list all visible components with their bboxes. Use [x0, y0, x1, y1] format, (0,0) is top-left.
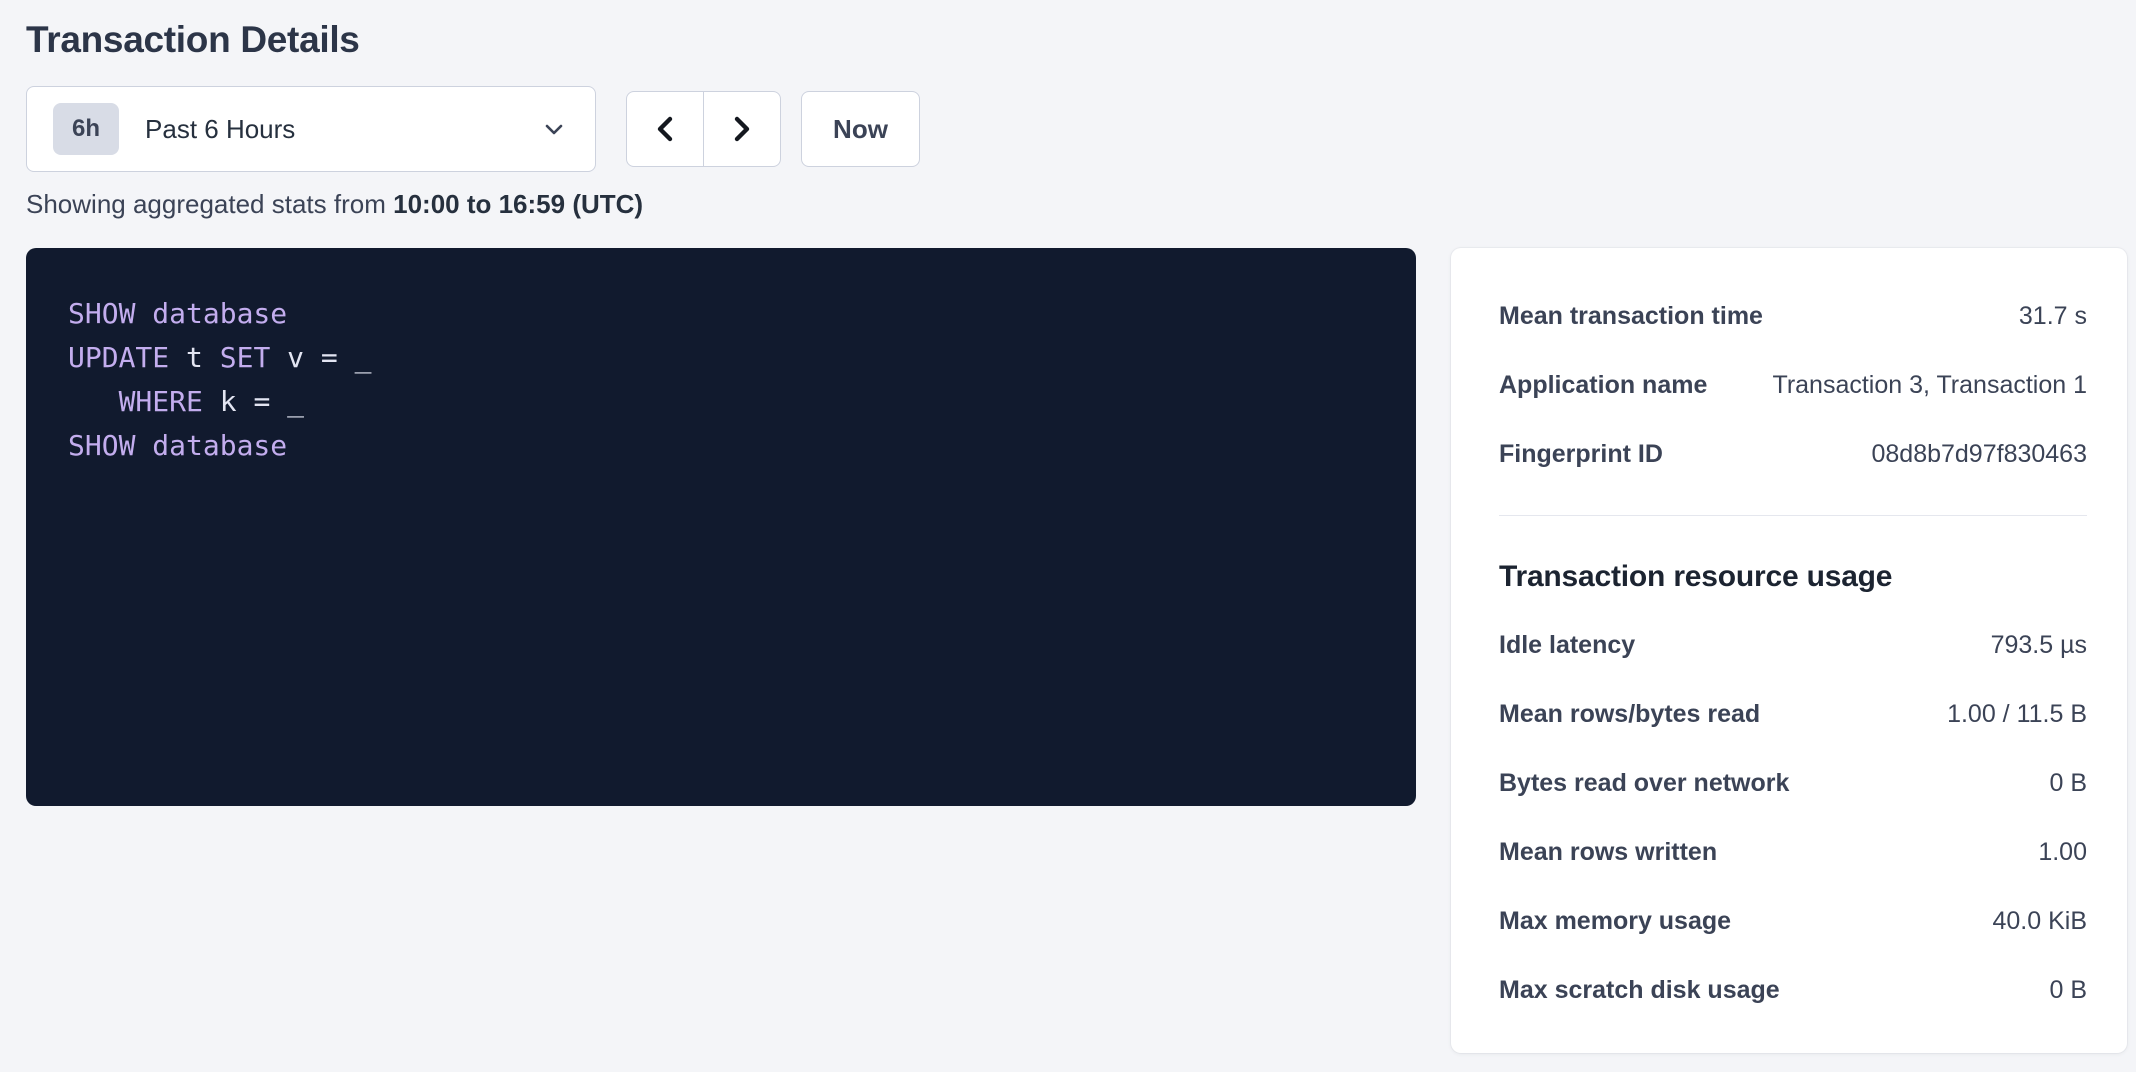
- stat-value: 40.0 KiB: [1992, 907, 2087, 936]
- aggregation-range: 10:00 to 16:59 (UTC): [393, 189, 643, 219]
- sql-code-line: SHOW database: [68, 292, 1386, 336]
- stat-row: Max scratch disk usage 0 B: [1499, 956, 2087, 1025]
- next-range-button[interactable]: [703, 91, 781, 167]
- stat-label: Application name: [1499, 371, 1707, 400]
- sql-code-line: WHERE k = _: [68, 380, 1386, 424]
- stat-label: Bytes read over network: [1499, 769, 1789, 798]
- stat-value: 31.7 s: [2019, 302, 2087, 331]
- stat-row: Idle latency 793.5 µs: [1499, 611, 2087, 680]
- transaction-details-card: Mean transaction time 31.7 s Application n…: [1451, 248, 2127, 1053]
- stat-row: Mean transaction time 31.7 s: [1499, 282, 2087, 351]
- sql-statement-box: SHOW databaseUPDATE t SET v = _ WHERE k …: [26, 248, 1416, 806]
- now-button[interactable]: Now: [801, 91, 920, 167]
- resource-usage-stats: Idle latency 793.5 µs Mean rows/bytes read…: [1499, 611, 2087, 1025]
- stat-row: Max memory usage 40.0 KiB: [1499, 887, 2087, 956]
- stat-label: Mean rows/bytes read: [1499, 700, 1760, 729]
- stat-label: Max scratch disk usage: [1499, 976, 1780, 1005]
- sql-code-line: SHOW database: [68, 424, 1386, 468]
- stat-value: 1.00: [2038, 838, 2087, 867]
- stat-row: Fingerprint ID 08d8b7d97f830463: [1499, 420, 2087, 489]
- stat-label: Mean transaction time: [1499, 302, 1763, 331]
- stat-label: Mean rows written: [1499, 838, 1717, 867]
- stat-value: 0 B: [2049, 976, 2087, 1005]
- stat-row: Mean rows/bytes read 1.00 / 11.5 B: [1499, 680, 2087, 749]
- stat-label: Idle latency: [1499, 631, 1635, 660]
- time-range-label: Past 6 Hours: [145, 114, 295, 145]
- sql-code-line: UPDATE t SET v = _: [68, 336, 1386, 380]
- time-range-badge: 6h: [53, 103, 119, 155]
- main-content: SHOW databaseUPDATE t SET v = _ WHERE k …: [26, 248, 2136, 1053]
- time-controls: 6h Past 6 Hours: [26, 86, 2136, 172]
- stat-label: Fingerprint ID: [1499, 440, 1663, 469]
- stat-value: 793.5 µs: [1991, 631, 2087, 660]
- time-range-select[interactable]: 6h Past 6 Hours: [26, 86, 596, 172]
- aggregation-subtitle: Showing aggregated stats from 10:00 to 1…: [26, 186, 2136, 222]
- resource-usage-heading-row: Transaction resource usage: [1499, 542, 2087, 611]
- stat-value: 1.00 / 11.5 B: [1947, 700, 2087, 729]
- transaction-details-page: Transaction Details 6h Past 6 Hours: [0, 0, 2136, 1072]
- chevron-down-icon: [541, 116, 567, 142]
- stat-value: Transaction 3, Transaction 1: [1772, 371, 2087, 400]
- page-title: Transaction Details: [26, 16, 2136, 64]
- resource-usage-heading: Transaction resource usage: [1499, 560, 1892, 594]
- summary-stats: Mean transaction time 31.7 s Application n…: [1499, 282, 2087, 489]
- stat-label: Max memory usage: [1499, 907, 1731, 936]
- stat-row: Application name Transaction 3, Transacti…: [1499, 351, 2087, 420]
- chevron-right-icon: [728, 112, 756, 146]
- card-divider: [1499, 515, 2087, 516]
- stat-value: 08d8b7d97f830463: [1871, 440, 2087, 469]
- aggregation-subtitle-prefix: Showing aggregated stats from: [26, 189, 393, 219]
- stat-row: Mean rows written 1.00: [1499, 818, 2087, 887]
- chevron-left-icon: [651, 112, 679, 146]
- stat-row: Bytes read over network 0 B: [1499, 749, 2087, 818]
- time-range-nav: [626, 91, 781, 167]
- stat-value: 0 B: [2049, 769, 2087, 798]
- prev-range-button[interactable]: [626, 91, 704, 167]
